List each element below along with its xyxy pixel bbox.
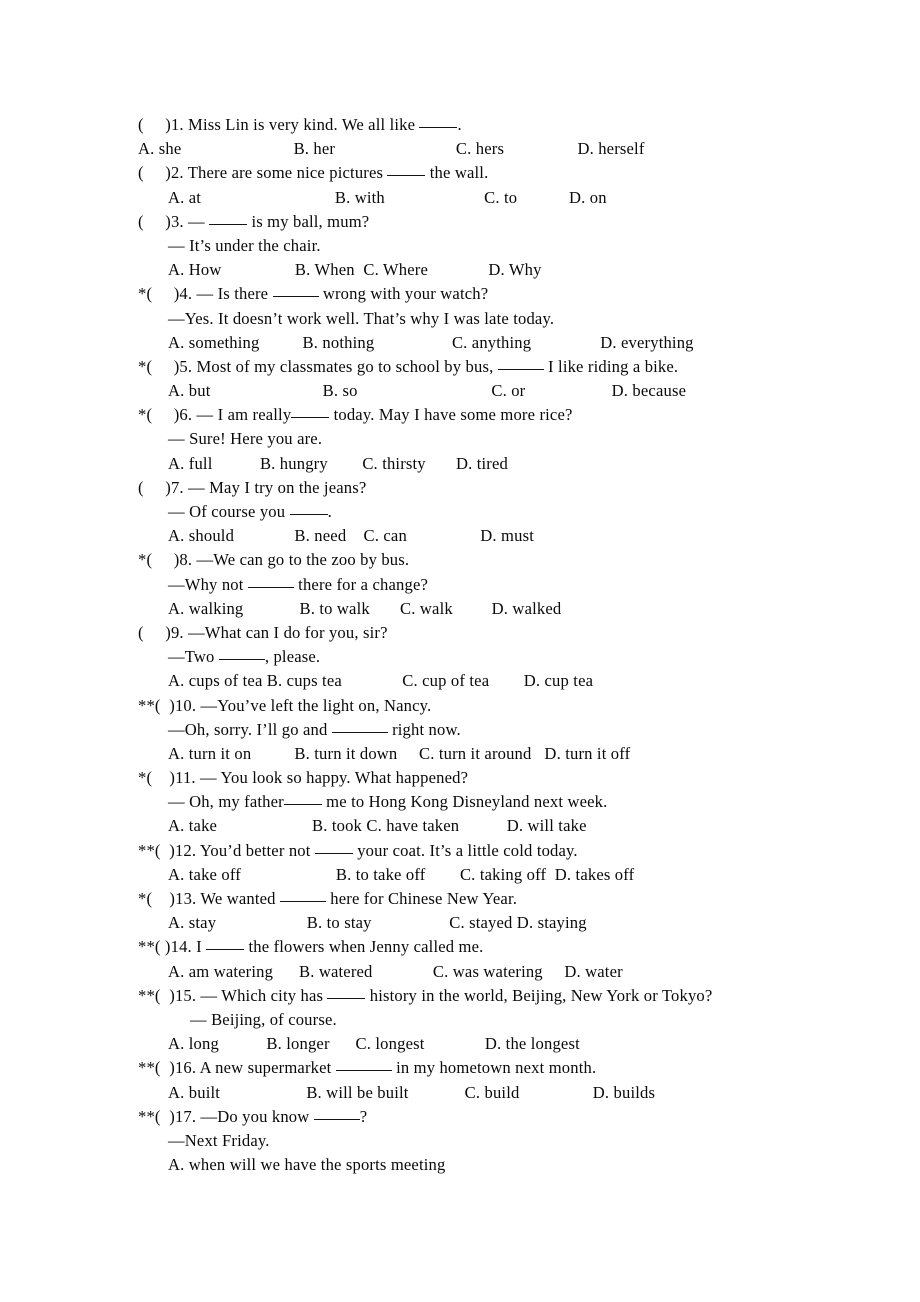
answer-blank[interactable] [419, 113, 458, 128]
question-stem-line: **( )10. —You’ve left the light on, Nanc… [138, 695, 432, 715]
question-stem-line: ( )9. —What can I do for you, sir? [138, 622, 388, 642]
question-reply-line: — Of course you . [168, 500, 332, 521]
question-stem-line: *( )11. — You look so happy. What happen… [138, 768, 469, 788]
answer-blank[interactable] [279, 887, 326, 902]
question-options-line[interactable]: A. should B. need C. can D. must [138, 524, 898, 548]
question-stem-line: *( )8. —We can go to the zoo by bus. [138, 550, 410, 570]
answer-blank[interactable] [209, 210, 248, 225]
question-options-line[interactable]: A. she B. her C. hers D. herself [138, 137, 898, 161]
question-options-line[interactable]: A. when will we have the sports meeting [138, 1153, 898, 1177]
question-stem-line: ( )2. There are some nice pictures the w… [138, 162, 489, 183]
answer-blank[interactable] [335, 1057, 392, 1072]
question-stem-line: **( )14. I the flowers when Jenny called… [138, 936, 484, 957]
question-reply-line: — Beijing, of course. [190, 1009, 337, 1029]
question-options-line[interactable]: A. How B. When C. Where D. Why [138, 258, 898, 282]
question-reply-line: —Why not there for a change? [168, 573, 429, 594]
question-stem-line: *( )13. We wanted here for Chinese New Y… [138, 887, 518, 908]
question-options-line[interactable]: A. but B. so C. or D. because [138, 379, 898, 403]
question-options-line[interactable]: A. long B. longer C. longest D. the long… [138, 1032, 898, 1056]
question-reply-line: — Oh, my father me to Hong Kong Disneyla… [168, 791, 608, 812]
question-options-line[interactable]: A. am watering B. watered C. was waterin… [138, 960, 898, 984]
question-options-line[interactable]: A. take B. took C. have taken D. will ta… [138, 814, 898, 838]
question-stem-line: *( )4. — Is there wrong with your watch? [138, 283, 489, 304]
question-reply-line: —Yes. It doesn’t work well. That’s why I… [168, 308, 555, 328]
question-options-line[interactable]: A. stay B. to stay C. stayed D. staying [138, 911, 898, 935]
answer-blank[interactable] [272, 283, 319, 298]
question-options-line[interactable]: A. walking B. to walk C. walk D. walked [138, 597, 898, 621]
question-reply-line: — It’s under the chair. [168, 235, 321, 255]
question-stem-line: ( )7. — May I try on the jeans? [138, 477, 367, 497]
question-stem-line: ( )3. — is my ball, mum? [138, 210, 370, 231]
question-stem-line: ( )1. Miss Lin is very kind. We all like… [138, 113, 462, 134]
question-options-line[interactable]: A. built B. will be built C. build D. bu… [138, 1081, 898, 1105]
worksheet-page: ( )1. Miss Lin is very kind. We all like… [0, 0, 920, 1302]
answer-blank[interactable] [247, 573, 294, 588]
question-options-line[interactable]: A. at B. with C. to D. on [138, 186, 898, 210]
answer-blank[interactable] [206, 936, 245, 951]
question-stem-line: **( )15. — Which city has history in the… [138, 984, 713, 1005]
question-stem-line: **( )12. You’d better not your coat. It’… [138, 839, 578, 860]
answer-blank[interactable] [497, 355, 544, 370]
question-stem-line: *( )6. — I am really today. May I have s… [138, 404, 573, 425]
answer-blank[interactable] [314, 839, 353, 854]
question-options-line[interactable]: A. full B. hungry C. thirsty D. tired [138, 452, 898, 476]
question-reply-line: —Oh, sorry. I’ll go and right now. [168, 718, 461, 739]
question-stem-line: **( )16. A new supermarket in my hometow… [138, 1057, 597, 1078]
answer-blank[interactable] [327, 984, 366, 999]
answer-blank[interactable] [387, 162, 426, 177]
question-options-line[interactable]: A. cups of tea B. cups tea C. cup of tea… [138, 669, 898, 693]
answer-blank[interactable] [289, 500, 328, 515]
question-list: ( )1. Miss Lin is very kind. We all like… [138, 113, 898, 1177]
question-reply-line: —Two , please. [168, 646, 321, 667]
question-options-line[interactable]: A. something B. nothing C. anything D. e… [138, 331, 898, 355]
answer-blank[interactable] [283, 791, 322, 806]
question-stem-line: *( )5. Most of my classmates go to schoo… [138, 355, 679, 376]
answer-blank[interactable] [218, 646, 265, 661]
question-options-line[interactable]: A. take off B. to take off C. taking off… [138, 863, 898, 887]
question-options-line[interactable]: A. turn it on B. turn it down C. turn it… [138, 742, 898, 766]
answer-blank[interactable] [291, 404, 330, 419]
question-reply-line: —Next Friday. [168, 1130, 270, 1150]
question-reply-line: — Sure! Here you are. [168, 429, 323, 449]
question-stem-line: **( )17. —Do you know ? [138, 1105, 368, 1126]
answer-blank[interactable] [313, 1105, 360, 1120]
answer-blank[interactable] [331, 718, 388, 733]
